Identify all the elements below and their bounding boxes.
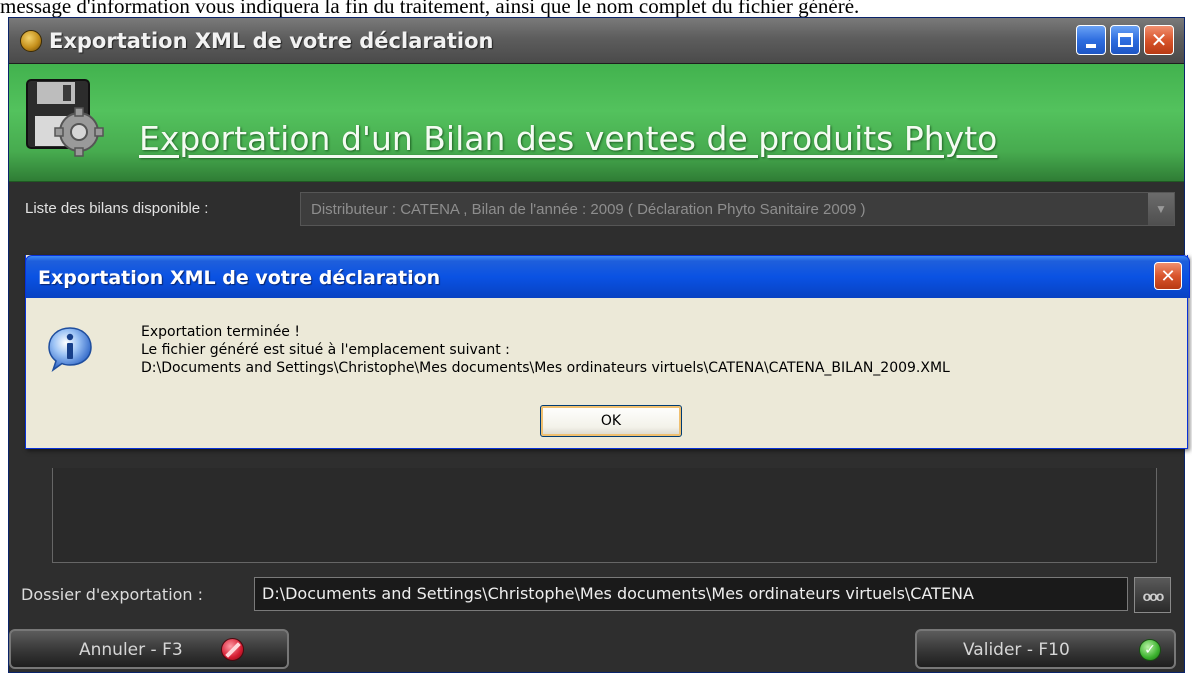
export-folder-input[interactable]: D:\Documents and Settings\Christophe\Mes… (254, 577, 1128, 611)
app-logo-icon (20, 30, 42, 52)
message-path: D:\Documents and Settings\Christophe\Mes… (141, 360, 950, 376)
check-icon: ✓ (1139, 639, 1161, 661)
window-title: Exportation XML de votre déclaration (49, 29, 494, 53)
export-folder-row: Dossier d'exportation : D:\Documents and… (9, 575, 1184, 615)
validate-button-label: Valider - F10 (963, 640, 1070, 660)
close-button[interactable]: ✕ (1144, 25, 1174, 55)
browse-button[interactable]: ooo (1134, 577, 1171, 613)
close-icon: ✕ (1150, 28, 1168, 52)
no-entry-icon (221, 638, 244, 661)
dialog-close-button[interactable]: ✕ (1154, 262, 1182, 290)
report-list-selected: Distributeur : CATENA , Bilan de l'année… (311, 201, 866, 218)
dialog-message: Exportation terminée ! Le fichier généré… (141, 323, 950, 377)
maximize-icon (1117, 33, 1133, 47)
report-list-label: Liste des bilans disponible : (25, 200, 209, 217)
banner-title: Exportation d'un Bilan des ventes de pro… (139, 119, 998, 158)
minimize-button[interactable] (1076, 25, 1106, 55)
validate-button[interactable]: Valider - F10 ✓ (915, 629, 1176, 669)
report-list-row: Liste des bilans disponible : Distribute… (9, 188, 1184, 230)
report-list-select[interactable]: Distributeur : CATENA , Bilan de l'année… (300, 192, 1175, 226)
ellipsis-icon: ooo (1142, 588, 1165, 604)
ok-button[interactable]: OK (540, 405, 682, 437)
floppy-gear-icon (26, 79, 104, 157)
message-line: Le fichier généré est situé à l'emplacem… (141, 342, 510, 358)
close-icon: ✕ (1160, 265, 1176, 287)
dialog-title: Exportation XML de votre déclaration (38, 267, 441, 289)
cancel-button[interactable]: Annuler - F3 (9, 629, 289, 669)
info-icon (48, 327, 92, 372)
content-panel (52, 468, 1157, 563)
message-line: Exportation terminée ! (141, 324, 300, 340)
info-dialog: Exportation XML de votre déclaration ✕ E… (25, 255, 1190, 449)
minimize-icon (1086, 44, 1096, 48)
maximize-button[interactable] (1110, 25, 1140, 55)
cancel-button-label: Annuler - F3 (79, 640, 183, 660)
chevron-down-icon[interactable]: ▼ (1148, 193, 1174, 225)
dialog-titlebar[interactable]: Exportation XML de votre déclaration ✕ (25, 255, 1190, 298)
header-banner: Exportation d'un Bilan des ventes de pro… (9, 64, 1184, 182)
window-titlebar[interactable]: Exportation XML de votre déclaration ✕ (9, 18, 1184, 64)
export-folder-label: Dossier d'exportation : (21, 585, 204, 604)
